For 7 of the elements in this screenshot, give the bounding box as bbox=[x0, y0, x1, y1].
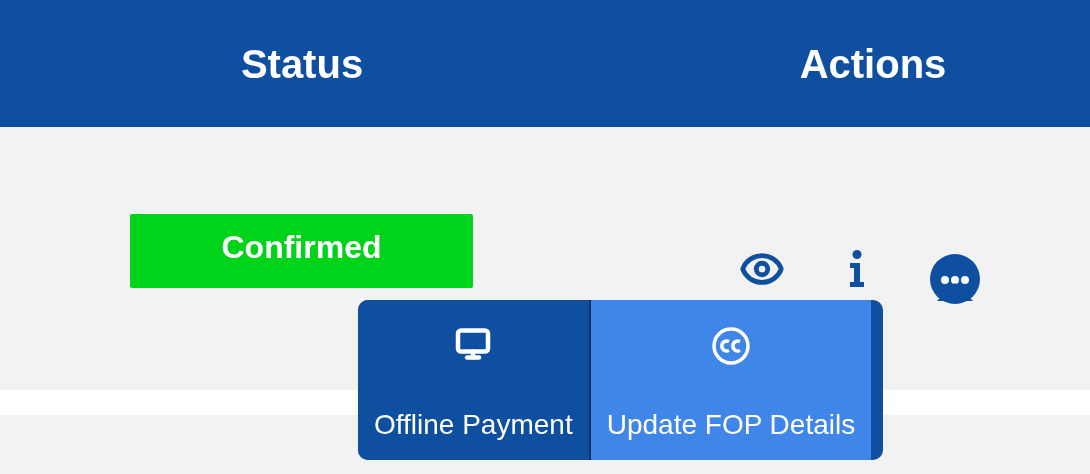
monitor-icon bbox=[455, 326, 492, 362]
info-icon[interactable] bbox=[849, 250, 865, 288]
column-header: Actions bbox=[799, 40, 947, 88]
menu-item[interactable]: Update FOP Details bbox=[588, 300, 872, 460]
column-header: Status bbox=[240, 40, 364, 88]
captions-icon bbox=[710, 326, 751, 366]
status-badge: Confirmed bbox=[130, 214, 473, 288]
